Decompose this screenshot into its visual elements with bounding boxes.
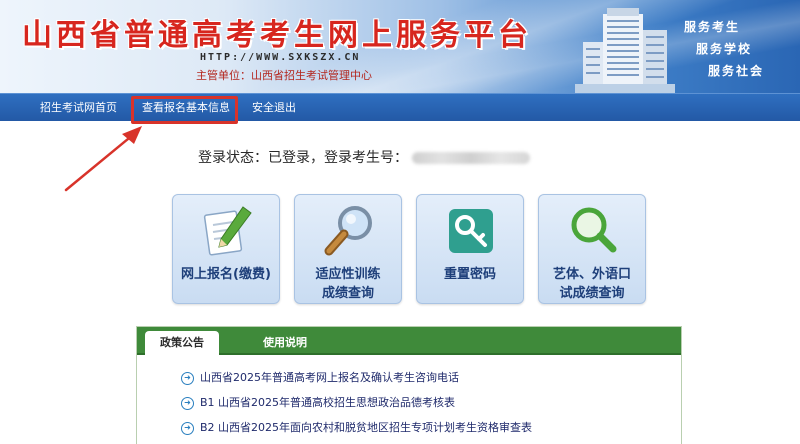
slogan: 服务考生	[684, 20, 741, 34]
site-org: 主管单位：山西省招生考试管理中心	[196, 69, 372, 82]
notice-title: B2 山西省2025年面向农村和脱贫地区招生专项计划考生资格审查表	[200, 421, 533, 434]
tile-adaptive-training-score[interactable]: 适应性训练 成绩查询	[294, 194, 402, 304]
panel-tabs: 政策公告 使用说明	[137, 327, 681, 355]
notice-title: 山西省2025年普通高考网上报名及确认考生咨询电话	[200, 371, 459, 384]
slogans: 服务考生 服务学校 服务社会	[682, 16, 792, 82]
site-title: 山西省普通高考考生网上服务平台	[22, 18, 532, 53]
nav-home-link[interactable]: 招生考试网首页	[40, 94, 117, 122]
search-icon	[571, 207, 617, 253]
pen-paper-icon	[203, 206, 252, 256]
arrow-right-icon: ➜	[181, 371, 194, 385]
login-status-text: 登录状态：已登录，登录考生号：	[198, 150, 408, 166]
tile-reset-password[interactable]: 重置密码	[416, 194, 524, 304]
notice-list: ➜ 山西省2025年普通高考网上报名及确认考生咨询电话 ➜ B1 山西省2025年普…	[181, 365, 671, 440]
key-icon	[449, 209, 493, 253]
list-item[interactable]: ➜ B1 山西省2025年普通高校招生思想政治品德考核表	[181, 390, 671, 415]
magnifier-icon	[324, 206, 372, 256]
list-item[interactable]: ➜ B2 山西省2025年面向农村和脱贫地区招生专项计划考生资格审查表	[181, 415, 671, 440]
annotation-arrow-icon	[64, 126, 142, 192]
login-status: 登录状态：已登录，登录考生号：	[198, 147, 530, 167]
tile-online-registration[interactable]: 网上报名(缴费)	[172, 194, 280, 304]
header-banner: 山西省普通高考考生网上服务平台 HTTP://WWW.SXKSZX.CN 主管单…	[0, 0, 800, 93]
notice-title: B1 山西省2025年普通高校招生思想政治品德考核表	[200, 396, 456, 409]
arrow-right-icon: ➜	[181, 396, 194, 410]
tab-usage-instructions[interactable]: 使用说明	[245, 331, 325, 355]
blurred-candidate-number	[412, 152, 530, 164]
building-icon	[575, 8, 675, 93]
tab-policy-announcement[interactable]: 政策公告	[145, 331, 219, 355]
list-item[interactable]: ➜ 山西省2025年普通高考网上报名及确认考生咨询电话	[181, 365, 671, 390]
notice-panel: 政策公告 使用说明 ➜ 山西省2025年普通高考网上报名及确认考生咨询电话 ➜ B1…	[136, 326, 682, 444]
tile-art-oral-exam-score[interactable]: 艺体、外语口 试成绩查询	[538, 194, 646, 304]
nav-bar: 招生考试网首页 查看报名基本信息 安全退出	[0, 93, 800, 121]
nav-view-registration-info-link[interactable]: 查看报名基本信息	[142, 94, 230, 122]
tile-label: 适应性训练 成绩查询	[315, 267, 381, 301]
arrow-right-icon: ➜	[181, 421, 194, 435]
slogan: 服务学校	[696, 42, 753, 56]
tile-label: 重置密码	[443, 267, 496, 282]
tile-label: 网上报名(缴费)	[181, 267, 271, 282]
slogan: 服务社会	[708, 64, 765, 78]
nav-logout-link[interactable]: 安全退出	[252, 94, 296, 122]
site-url: HTTP://WWW.SXKSZX.CN	[200, 52, 361, 63]
tile-label: 艺体、外语口 试成绩查询	[552, 267, 631, 301]
